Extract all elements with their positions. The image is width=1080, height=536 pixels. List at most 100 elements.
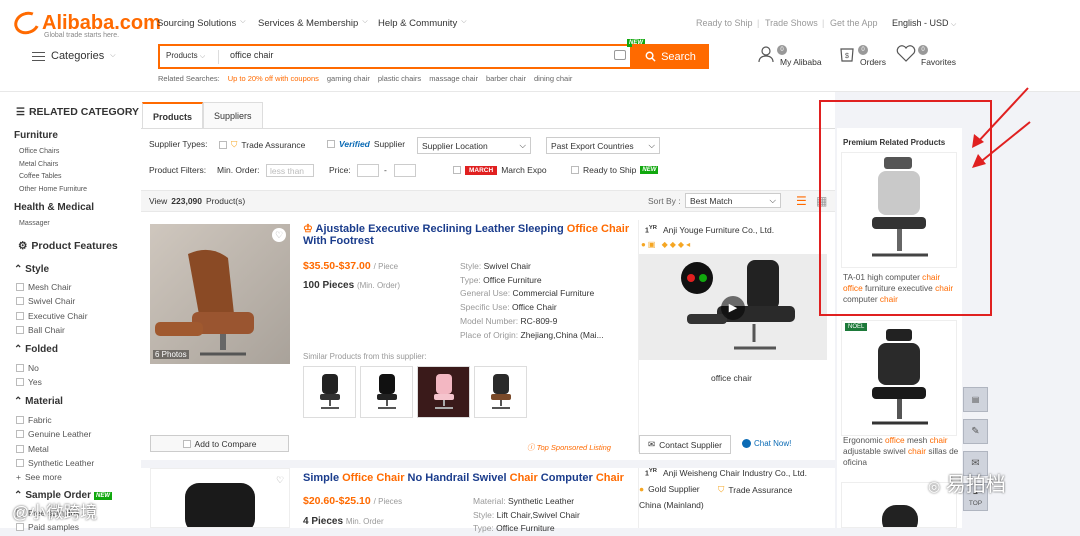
category-link[interactable]: Metal Chairs [19, 161, 58, 168]
category-link[interactable]: Office Chairs [19, 148, 59, 155]
checkbox[interactable] [16, 430, 24, 438]
similar-product-thumb[interactable] [474, 366, 527, 418]
search-scope-select[interactable]: Products ⌵ [166, 51, 205, 61]
search-button[interactable]: Search [632, 44, 709, 69]
category-link[interactable]: Other Home Furniture [19, 186, 87, 193]
list-view-icon[interactable]: ☰ [796, 195, 807, 207]
nav-trade-shows[interactable]: Trade Shows [765, 18, 818, 28]
contact-supplier-button[interactable]: ✉ Contact Supplier [639, 435, 731, 454]
facet-option[interactable]: Mesh Chair [16, 282, 71, 292]
facet-option[interactable]: Executive Chair [16, 311, 88, 321]
supplier-badges-icon: ●▣ ◆◆◆◂ [641, 240, 693, 249]
nav-get-app[interactable]: Get the App [830, 18, 878, 28]
facet-option[interactable]: Swivel Chair [16, 296, 75, 306]
tab-products[interactable]: Products [142, 102, 204, 128]
price-min-input[interactable] [357, 164, 379, 177]
heart-icon[interactable]: ♡ [273, 473, 287, 487]
facet-material[interactable]: ⌃ Material [14, 396, 63, 407]
facet-style[interactable]: ⌃ Style [14, 264, 49, 275]
checkbox[interactable] [182, 439, 191, 448]
facet-option[interactable]: Synthetic Leather [16, 458, 94, 468]
facet-option[interactable]: Metal [16, 444, 49, 454]
similar-product-thumb[interactable] [360, 366, 413, 418]
category-link[interactable]: Coffee Tables [19, 173, 62, 180]
trade-assurance-filter[interactable]: ⛉ Trade Assurance [219, 139, 305, 150]
supplier-location-select[interactable]: Supplier Location ⌵ [417, 137, 531, 154]
checkbox[interactable] [16, 326, 24, 334]
ready-to-ship-filter[interactable]: Ready to Ship NEW [571, 165, 659, 175]
checkbox[interactable] [453, 166, 461, 174]
tab-suppliers[interactable]: Suppliers [203, 102, 263, 128]
related-link[interactable]: gaming chair [327, 74, 370, 83]
play-icon[interactable]: ▶ [721, 296, 745, 320]
related-link[interactable]: Up to 20% off with coupons [228, 74, 319, 83]
category-furniture[interactable]: Furniture [14, 130, 58, 141]
nav-services[interactable]: Services & Membership ⌵ [258, 18, 368, 29]
checkbox[interactable] [16, 378, 24, 386]
premium-product-title[interactable]: Ergonomic office mesh chair adjustable s… [843, 435, 961, 468]
orders[interactable]: $ 0 Orders [838, 45, 886, 67]
supplier-location: China (Mainland) [639, 500, 704, 510]
nav-ready-to-ship[interactable]: Ready to Ship [696, 18, 753, 28]
price-max-input[interactable] [394, 164, 416, 177]
product-moq: 100 Pieces (Min. Order) [303, 280, 401, 291]
related-link[interactable]: massage chair [429, 74, 478, 83]
checkbox[interactable] [571, 166, 579, 174]
add-to-compare-button[interactable]: Add to Compare [150, 435, 289, 452]
facet-option[interactable]: Genuine Leather [16, 429, 91, 439]
search-input[interactable] [230, 50, 590, 60]
related-link[interactable]: plastic chairs [378, 74, 421, 83]
facet-option[interactable]: Ball Chair [16, 325, 65, 335]
product-image[interactable]: 6 Photos ♡ [150, 224, 290, 364]
checkbox[interactable] [16, 312, 24, 320]
past-export-select[interactable]: Past Export Countries ⌵ [546, 137, 660, 154]
language-currency-select[interactable]: English - USD ⌵ [892, 18, 956, 29]
facet-folded[interactable]: ⌃ Folded [14, 344, 58, 355]
chair-thumb-icon [376, 374, 397, 409]
checkbox[interactable] [327, 140, 335, 148]
min-order-input[interactable]: less than [266, 164, 314, 177]
favorites[interactable]: 0 Favorites [896, 45, 956, 67]
similar-product-thumb[interactable] [417, 366, 470, 418]
march-expo-filter[interactable]: MARCH March Expo [453, 165, 547, 175]
my-alibaba[interactable]: 0 My Alibaba [757, 45, 822, 67]
related-link[interactable]: barber chair [486, 74, 526, 83]
product-title[interactable]: Simple Office Chair No Handrail Swivel C… [303, 472, 633, 484]
related-link[interactable]: dining chair [534, 74, 572, 83]
checkbox[interactable] [16, 364, 24, 372]
count-badge: 0 [858, 45, 868, 55]
category-link[interactable]: Massager [19, 220, 50, 227]
checkbox[interactable] [16, 459, 24, 467]
checkbox[interactable] [16, 445, 24, 453]
product-video[interactable]: ▶ [639, 254, 827, 360]
supplier-name[interactable]: Anji Weisheng Chair Industry Co., Ltd. [663, 468, 807, 478]
sort-select[interactable]: Best Match ⌵ [685, 193, 781, 208]
chat-now-link[interactable]: Chat Now! [742, 439, 791, 448]
checkbox[interactable] [219, 140, 227, 149]
verified-supplier-filter[interactable]: Verified Supplier [327, 139, 405, 149]
nav-help[interactable]: Help & Community ⌵ [378, 18, 467, 29]
supplier-name[interactable]: Anji Youge Furniture Co., Ltd. [663, 225, 774, 235]
checkbox[interactable] [16, 297, 24, 305]
rfq-icon[interactable]: ▤ [963, 387, 988, 412]
facet-option[interactable]: No [16, 363, 39, 373]
checkbox[interactable] [16, 523, 24, 531]
category-health[interactable]: Health & Medical [14, 202, 94, 213]
nav-sourcing[interactable]: Sourcing Solutions ⌵ [157, 18, 246, 29]
checkbox[interactable] [16, 283, 24, 291]
facet-option[interactable]: Yes [16, 377, 42, 387]
product-title[interactable]: ♔ Ajustable Executive Reclining Leather … [303, 223, 633, 247]
camera-icon[interactable] [614, 50, 626, 60]
product-image[interactable]: ♡ [150, 468, 290, 528]
categories-menu[interactable]: Categories ⌵ [32, 50, 116, 62]
alibaba-logo[interactable]: Alibaba.com Global trade starts here. [11, 8, 161, 39]
facet-option[interactable]: Fabric [16, 415, 52, 425]
see-more-link[interactable]: + See more [16, 472, 62, 482]
premium-product-image[interactable]: NOEL [841, 320, 957, 436]
heart-icon[interactable]: ♡ [272, 228, 286, 242]
feedback-icon[interactable]: ✎ [963, 419, 988, 444]
checkbox[interactable] [16, 416, 24, 424]
similar-product-thumb[interactable] [303, 366, 356, 418]
facet-option[interactable]: Paid samples [16, 522, 79, 532]
chevron-down-icon: ⌵ [769, 195, 776, 205]
